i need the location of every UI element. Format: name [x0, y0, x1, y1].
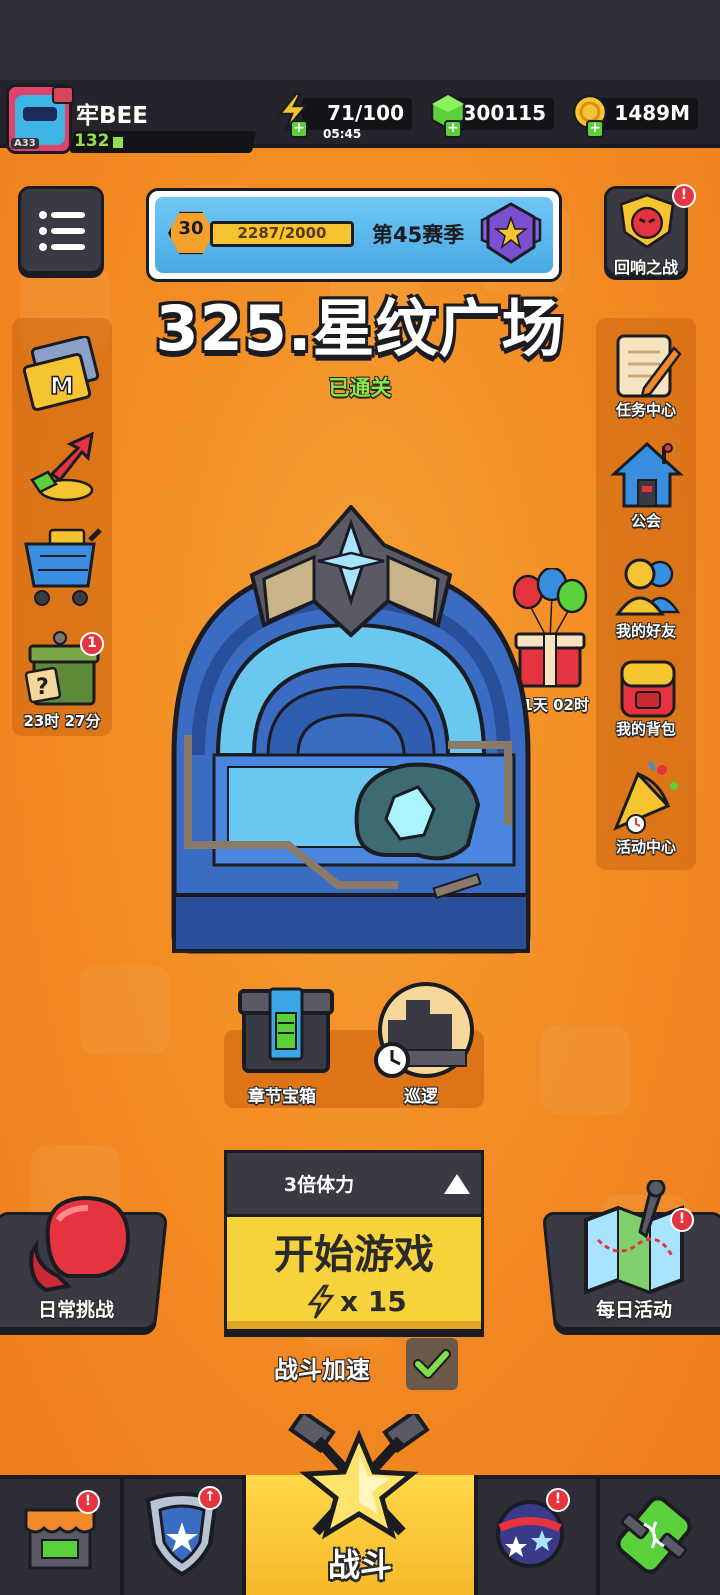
mystery-box-timer: 23时 27分: [23, 712, 101, 730]
daily-challenge-label: 日常挑战: [38, 1299, 115, 1321]
avatar-tag: A33: [11, 138, 39, 149]
start-game-label: 开始游戏: [274, 1232, 434, 1278]
add-gold-button[interactable]: +: [586, 120, 604, 138]
treasure-map-icon: [584, 1180, 684, 1295]
nav-battle-label: 战斗: [327, 1546, 392, 1584]
energy-counter[interactable]: 71/100: [302, 98, 412, 130]
mystery-box-badge: 1: [80, 632, 104, 656]
daily-event-badge: !: [670, 1208, 694, 1232]
friends-icon[interactable]: [610, 552, 684, 622]
start-game-cost: x 15: [340, 1285, 407, 1318]
gem-counter[interactable]: 300115: [454, 98, 554, 130]
gold-value: 1489M: [614, 101, 690, 125]
quest-scroll-icon[interactable]: [608, 330, 684, 402]
nav-divider: [474, 1479, 478, 1595]
svg-text:M: M: [50, 372, 74, 400]
player-name: 牢BEE: [76, 103, 148, 129]
season-progress: 2287/2000: [237, 224, 327, 242]
triangle-up-icon[interactable]: [442, 1172, 472, 1196]
right-item-label-1: 公会: [630, 512, 661, 530]
nav-divider: [120, 1479, 124, 1595]
season-medal-icon: [480, 202, 542, 264]
gold-counter[interactable]: 1489M: [596, 98, 698, 130]
chapter-chest-icon[interactable]: [238, 985, 334, 1077]
right-item-label-0: 任务中心: [615, 401, 676, 419]
menu-button[interactable]: [18, 186, 104, 274]
daily-event-label: 每日活动: [596, 1299, 673, 1321]
right-item-label-2: 我的好友: [615, 622, 676, 640]
star-orb-badge: !: [546, 1488, 570, 1512]
add-gem-button[interactable]: +: [444, 120, 462, 138]
season-name: 第45赛季: [372, 223, 465, 247]
shop-badge: !: [76, 1490, 100, 1514]
nav-divider: [596, 1479, 600, 1595]
lightning-icon: [307, 1284, 335, 1319]
check-icon: [413, 1349, 451, 1379]
m-card-icon[interactable]: M: [20, 336, 104, 416]
status-bar: [0, 0, 720, 80]
energy-value: 71/100: [327, 101, 404, 125]
battle-speedup-checkbox[interactable]: [406, 1338, 458, 1390]
crossed-hammers-star-icon: [288, 1414, 430, 1540]
patrol-icon[interactable]: [372, 980, 474, 1080]
growth-arrow-icon[interactable]: [22, 428, 102, 508]
party-popper-icon[interactable]: [608, 756, 684, 836]
svg-text:?: ?: [36, 675, 49, 700]
energy-timer: 05:45: [323, 127, 362, 141]
dna-capsule-icon[interactable]: [612, 1494, 696, 1576]
patrol-label: 巡逻: [404, 1087, 438, 1107]
talent-upgrade-badge: ↑: [198, 1486, 222, 1510]
battle-speedup-label: 战斗加速: [274, 1356, 370, 1384]
season-level: 30: [178, 218, 204, 239]
gem-value: 300115: [462, 101, 547, 125]
player-level: 132: [74, 131, 110, 151]
right-item-label-4: 活动中心: [615, 838, 676, 856]
avatar-robot-badge: [52, 86, 74, 104]
echo-battle-label: 回响之战: [613, 258, 678, 277]
right-item-label-3: 我的背包: [615, 720, 676, 738]
backpack-icon[interactable]: [612, 652, 684, 722]
boxing-glove-icon: [29, 1195, 131, 1293]
level-progress-fill: [113, 137, 123, 148]
level-portal-art[interactable]: [168, 505, 534, 957]
chapter-chest-label: 章节宝箱: [248, 1087, 316, 1107]
add-energy-button[interactable]: +: [290, 120, 308, 138]
stamina-multiplier-label: 3倍体力: [283, 1174, 355, 1196]
guild-house-icon[interactable]: [610, 440, 684, 512]
shopping-cart-icon[interactable]: [20, 520, 104, 610]
echo-battle-badge: !: [672, 184, 696, 208]
